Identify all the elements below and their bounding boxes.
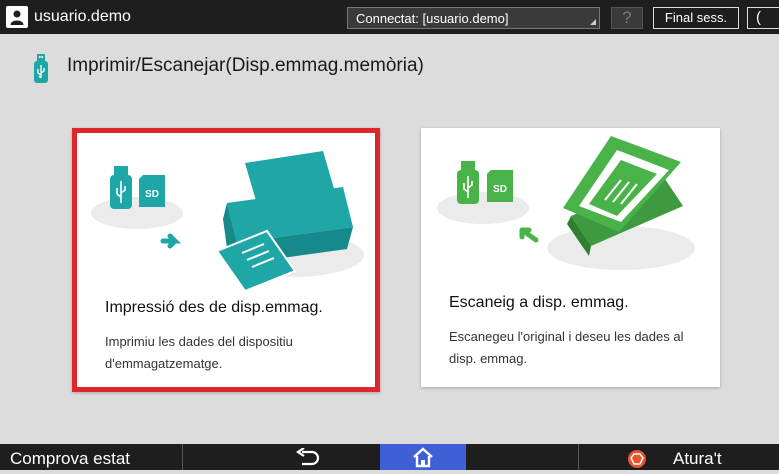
- language-button[interactable]: (: [747, 7, 779, 29]
- scan-illustration: SD: [437, 136, 695, 270]
- print-illustration: SD: [91, 151, 364, 293]
- card-description: Escanegeu l'original i deseu les dades a…: [449, 329, 684, 366]
- print-from-storage-card[interactable]: SD Impressió des de disp.emmag. Imprimiu…: [72, 128, 380, 392]
- sd-card-icon: SD: [139, 175, 165, 207]
- top-bar: usuario.demo Connectat: [usuario.demo] ?…: [0, 0, 779, 34]
- scan-to-storage-card[interactable]: SD Escaneig a disp. emmag. Escanegeu l'o…: [421, 128, 720, 387]
- user-icon: [6, 6, 28, 28]
- sd-card-icon: SD: [487, 170, 513, 202]
- usb-drive-icon: [457, 161, 479, 204]
- card-description: Imprimiu les dades del dispositiu d'emma…: [105, 334, 293, 371]
- resize-corner-icon: [590, 19, 596, 25]
- card-title: Escaneig a disp. emmag.: [449, 294, 629, 311]
- arrow-right-icon: [160, 233, 182, 249]
- home-icon: [413, 447, 433, 468]
- usb-drive-icon: [110, 166, 132, 209]
- bottom-bar: Comprova estat Atura't: [0, 444, 779, 470]
- svg-text:SD: SD: [145, 189, 159, 200]
- divider: [578, 444, 579, 470]
- stop-icon[interactable]: [628, 450, 646, 468]
- help-button[interactable]: ?: [611, 7, 643, 29]
- back-arrow-icon[interactable]: [294, 448, 322, 468]
- user-name-label: usuario.demo: [34, 8, 131, 25]
- check-status-button[interactable]: Comprova estat: [0, 444, 183, 470]
- home-button[interactable]: [380, 444, 466, 470]
- connection-status-box[interactable]: Connectat: [usuario.demo]: [347, 7, 600, 29]
- page-title: Imprimir/Escanejar(Disp.emmag.memòria): [67, 55, 424, 76]
- arrow-return-icon: [519, 227, 539, 243]
- usb-icon: [34, 54, 48, 83]
- card-title: Impressió des de disp.emmag.: [105, 299, 323, 316]
- user-button[interactable]: usuario.demo: [6, 6, 166, 28]
- logout-button[interactable]: Final sess.: [653, 7, 739, 29]
- connection-status-text: Connectat: [usuario.demo]: [356, 11, 509, 26]
- svg-text:SD: SD: [493, 184, 507, 195]
